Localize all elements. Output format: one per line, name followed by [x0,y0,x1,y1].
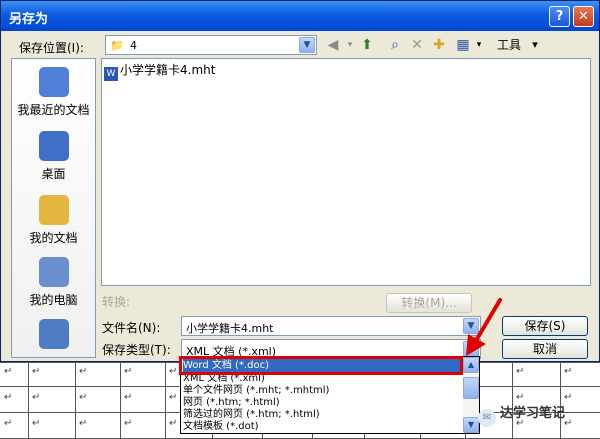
up-folder-icon[interactable]: ⬆ [357,34,377,56]
file-list[interactable]: W 小学学籍卡4.mht [101,58,591,286]
paragraph-mark: ↵ [32,366,41,377]
new-folder-icon[interactable]: ✚ [429,34,449,56]
paragraph-mark: ↵ [169,392,178,403]
window-title: 另存为 [9,12,49,27]
views-icon[interactable]: ▦ [453,34,473,56]
cancel-button[interactable]: 取消 [502,339,588,359]
views-dropdown-icon[interactable]: ▾ [474,34,484,56]
paragraph-mark: ↵ [169,366,178,377]
place-label: 我最近的文档 [17,103,90,117]
word-document-icon: W [104,67,118,81]
file-item[interactable]: W 小学学籍卡4.mht [104,61,215,81]
location-value: 4 [130,39,137,52]
table-gridline [28,362,29,439]
close-button[interactable]: ✕ [573,6,594,27]
tools-menu[interactable]: 工具(L) [489,34,529,74]
save-as-dialog: 另存为 ? ✕ 保存位置(I): 📁 4 ▼ ◀ ▾ ⬆ ⌕ ✕ ✚ ▦ ▾ 工… [0,0,600,362]
paragraph-mark: ↵ [516,366,525,377]
place-label: 我的电脑 [29,293,78,307]
back-icon[interactable]: ◀ [323,34,343,56]
paragraph-mark: ↵ [564,418,573,429]
paragraph-mark: ↵ [32,418,41,429]
paragraph-mark: ↵ [564,366,573,377]
place-recent-documents[interactable]: 我最近的文档 [12,67,95,118]
watermark: ✉ 达学习笔记 [478,402,565,427]
place-desktop[interactable]: 桌面 [12,131,95,182]
my-documents-icon [38,195,69,225]
convert-label: 转换: [102,295,131,309]
paragraph-mark: ↵ [564,392,573,403]
red-arrow-annotation [466,298,502,356]
paragraph-mark: ↵ [124,392,133,403]
filename-label: 文件名(N): [102,321,161,335]
my-computer-icon [38,257,69,287]
red-highlight-box [179,356,463,375]
location-select[interactable]: 📁 4 ▼ [105,35,317,55]
paragraph-mark: ↵ [4,418,13,429]
filetype-option[interactable]: 文档模板 (*.dot) [183,420,465,433]
table-gridline [75,362,76,439]
network-places-icon [38,319,69,349]
help-button[interactable]: ? [549,6,570,27]
place-label: 我的文档 [29,231,78,245]
paragraph-mark: ↵ [124,418,133,429]
paragraph-mark: ↵ [32,392,41,403]
paragraph-mark: ↵ [4,392,13,403]
scroll-down-icon[interactable]: ▼ [463,417,479,433]
desktop-icon [38,131,69,161]
paragraph-mark: ↵ [4,366,13,377]
dropdown-scrollbar[interactable]: ▲ ▼ [463,357,479,433]
delete-icon[interactable]: ✕ [407,34,427,56]
location-label: 保存位置(I): [19,41,84,55]
wechat-icon: ✉ [478,409,496,427]
filetype-label: 保存类型(T): [102,343,171,357]
place-label: 桌面 [41,167,66,181]
title-bar[interactable]: 另存为 ? ✕ [1,1,599,31]
folder-icon: 📁 [110,39,124,52]
screen: ↵↵↵↵↵↵↵↵↵↵↵↵↵↵↵↵↵↵↵↵↵↵↵↵↵↵↵↵↵↵↵↵↵↵↵↵↵↵↵ … [0,0,600,439]
place-network[interactable] [12,319,95,353]
scroll-thumb[interactable] [463,377,479,399]
tools-dropdown-icon[interactable]: ▾ [530,34,540,56]
place-my-documents[interactable]: 我的文档 [12,195,95,246]
places-bar: 我最近的文档 桌面 我的文档 我的电脑 [11,58,96,358]
table-gridline [120,362,121,439]
table-gridline [512,362,513,439]
table-gridline [560,362,561,439]
paragraph-mark: ↵ [169,418,178,429]
watermark-text: 达学习笔记 [500,406,566,421]
search-web-icon[interactable]: ⌕ [385,34,405,56]
back-dropdown-icon[interactable]: ▾ [343,34,357,56]
chevron-down-icon[interactable]: ▼ [299,37,315,53]
filename-input[interactable]: 小学学籍卡4.mht ▼ [181,316,481,336]
save-button[interactable]: 保存(S) [502,316,588,336]
file-name: 小学学籍卡4.mht [120,63,216,77]
paragraph-mark: ↵ [79,418,88,429]
paragraph-mark: ↵ [124,366,133,377]
place-my-computer[interactable]: 我的电脑 [12,257,95,308]
scroll-up-icon[interactable]: ▲ [463,357,479,373]
convert-button[interactable]: 转换(M)... [386,293,472,313]
recent-documents-icon [38,67,69,97]
table-gridline [165,362,166,439]
paragraph-mark: ↵ [79,392,88,403]
filename-value: 小学学籍卡4.mht [186,322,274,335]
paragraph-mark: ↵ [79,366,88,377]
